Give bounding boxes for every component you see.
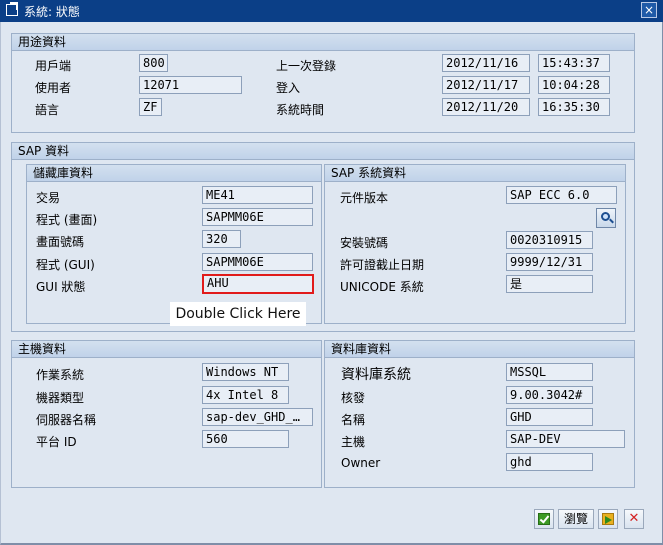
installation-number-field[interactable]: 0020310915 (506, 231, 593, 249)
program-screen-label: 程式 (畫面) (36, 213, 98, 227)
db-name-label: 名稱 (341, 413, 366, 427)
transaction-label: 交易 (36, 191, 61, 205)
screen-number-field[interactable]: 320 (202, 230, 241, 248)
license-expiry-field[interactable]: 9999/12/31 (506, 253, 593, 271)
checkmark-icon (538, 513, 550, 525)
gui-status-field[interactable]: AHU (202, 274, 314, 294)
server-name-label: 伺服器名稱 (36, 413, 97, 427)
user-label: 使用者 (35, 81, 72, 95)
database-data-heading: 資料庫資料 (325, 341, 634, 358)
browse-button[interactable]: 瀏覽 (558, 509, 594, 529)
db-host-label: 主機 (341, 435, 366, 449)
component-version-field[interactable]: SAP ECC 6.0 (506, 186, 617, 204)
cancel-button[interactable]: ✕ (624, 509, 644, 529)
close-window-button[interactable]: × (641, 2, 657, 18)
installation-number-label: 安裝號碼 (340, 236, 389, 250)
magnifier-handle (609, 218, 614, 224)
prev-login-label: 上一次登錄 (276, 59, 337, 73)
transaction-field[interactable]: ME41 (202, 186, 313, 204)
system-time-time-field[interactable]: 16:35:30 (538, 98, 610, 116)
language-field[interactable]: ZF (139, 98, 162, 116)
gui-status-label: GUI 狀態 (36, 280, 86, 294)
sap-system-data-heading: SAP 系統資料 (325, 165, 625, 182)
release-field[interactable]: 9.00.3042# (506, 386, 593, 404)
db-name-field[interactable]: GHD (506, 408, 593, 426)
db-system-field[interactable]: MSSQL (506, 363, 593, 381)
client-field[interactable]: 800 (139, 54, 168, 72)
program-gui-field[interactable]: SAPMM06E (202, 253, 313, 271)
server-name-field[interactable]: sap-dev_GHD_… (202, 408, 313, 426)
unicode-system-label: UNICODE 系統 (340, 280, 424, 294)
owner-label: Owner (341, 456, 381, 470)
system-time-date-field[interactable]: 2012/11/20 (442, 98, 530, 116)
forward-arrow-icon (605, 516, 612, 524)
db-host-field[interactable]: SAP-DEV (506, 430, 625, 448)
release-label: 核發 (341, 391, 366, 405)
machine-type-field[interactable]: 4x Intel 8 (202, 386, 289, 404)
program-gui-label: 程式 (GUI) (36, 258, 95, 272)
usage-data-heading: 用途資料 (12, 34, 634, 51)
login-date-field[interactable]: 2012/11/17 (442, 76, 530, 94)
db-system-label: 資料庫系統 (341, 367, 411, 383)
license-expiry-label: 許可證截止日期 (340, 258, 425, 272)
os-label: 作業系統 (36, 368, 85, 382)
machine-type-label: 機器類型 (36, 391, 85, 405)
language-label: 語言 (35, 103, 60, 117)
program-screen-field[interactable]: SAPMM06E (202, 208, 313, 226)
login-label: 登入 (276, 81, 301, 95)
system-time-label: 系統時間 (276, 103, 325, 117)
platform-id-field[interactable]: 560 (202, 430, 289, 448)
window-title: 系統: 狀態 (24, 5, 80, 19)
os-field[interactable]: Windows NT (202, 363, 289, 381)
component-version-label: 元件版本 (340, 191, 389, 205)
prev-login-time-field[interactable]: 15:43:37 (538, 54, 610, 72)
user-field[interactable]: 12071 (139, 76, 242, 94)
component-details-button[interactable] (596, 208, 616, 228)
forward-button[interactable] (598, 509, 618, 529)
window-menu-icon[interactable] (6, 2, 18, 16)
sap-data-heading: SAP 資料 (12, 143, 634, 160)
client-label: 用戶端 (35, 59, 72, 73)
title-bar: 系統: 狀態 × (0, 0, 663, 22)
platform-id-label: 平台 ID (36, 435, 77, 449)
owner-field[interactable]: ghd (506, 453, 593, 471)
screen-number-label: 畫面號碼 (36, 235, 85, 249)
prev-login-date-field[interactable]: 2012/11/16 (442, 54, 530, 72)
double-click-tooltip: Double Click Here (170, 302, 306, 326)
host-data-heading: 主機資料 (12, 341, 321, 358)
confirm-button[interactable] (534, 509, 554, 529)
unicode-system-field[interactable]: 是 (506, 275, 593, 293)
login-time-field[interactable]: 10:04:28 (538, 76, 610, 94)
repository-data-heading: 儲藏庫資料 (27, 165, 321, 182)
